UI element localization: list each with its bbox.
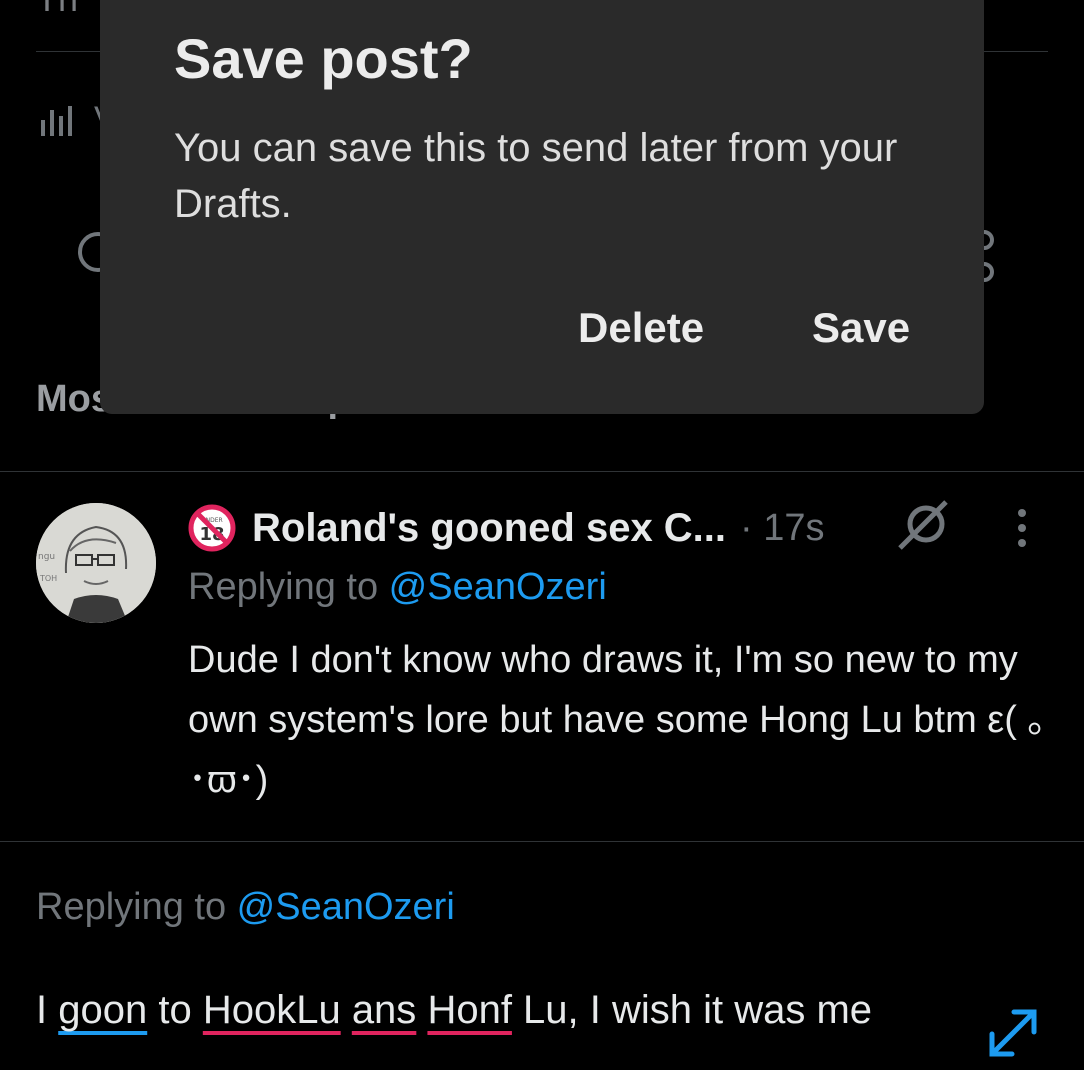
replying-prefix: Replying to xyxy=(36,886,237,928)
spellcheck-word[interactable]: goon xyxy=(58,988,147,1032)
svg-text:ngu: ngu xyxy=(38,552,55,562)
text-segment: I xyxy=(36,988,59,1032)
delete-button[interactable]: Delete xyxy=(578,304,704,352)
timestamp[interactable]: · 17s xyxy=(740,507,824,550)
views-icon[interactable] xyxy=(40,106,74,141)
display-name[interactable]: Roland's gooned sex C... xyxy=(252,506,726,551)
text-segment xyxy=(416,988,427,1032)
mention-link[interactable]: @SeanOzeri xyxy=(237,886,455,928)
dialog-title: Save post? xyxy=(174,27,473,90)
misspelled-word[interactable]: Honf xyxy=(427,988,512,1032)
misspelled-word[interactable]: HookLu xyxy=(203,988,341,1032)
save-post-dialog: Save post? You can save this to send lat… xyxy=(100,0,984,414)
mention-link[interactable]: @SeanOzeri xyxy=(389,566,607,608)
replying-to: Replying to @SeanOzeri xyxy=(188,566,607,609)
divider xyxy=(0,471,1084,472)
expand-icon[interactable] xyxy=(984,1004,1042,1067)
svg-text:TOH: TOH xyxy=(39,574,57,583)
reply-header: UNDER 18 Roland's gooned sex C... · 17s xyxy=(188,500,825,556)
save-button[interactable]: Save xyxy=(812,304,910,352)
misspelled-word[interactable]: ans xyxy=(352,988,417,1032)
reply-actions-row xyxy=(188,834,1048,849)
replying-prefix: Replying to xyxy=(188,566,389,608)
dialog-body: You can save this to send later from you… xyxy=(174,126,898,226)
no-symbol-icon xyxy=(896,500,952,559)
text-segment: Lu, I wish it was me xyxy=(511,988,873,1032)
avatar[interactable]: ngu TOH xyxy=(36,503,156,623)
composer-text-input[interactable]: I goon to HookLu ans Honf Lu, I wish it … xyxy=(36,984,956,1036)
under-18-icon: UNDER 18 xyxy=(188,504,236,552)
composer-replying-to: Replying to @SeanOzeri xyxy=(36,886,455,929)
text-segment: to xyxy=(147,988,203,1032)
post-text-cut: Th xyxy=(36,0,78,20)
text-segment xyxy=(341,988,352,1032)
more-vertical-icon[interactable] xyxy=(1014,508,1030,553)
reply-text: Dude I don't know who draws it, I'm so n… xyxy=(188,639,1047,801)
